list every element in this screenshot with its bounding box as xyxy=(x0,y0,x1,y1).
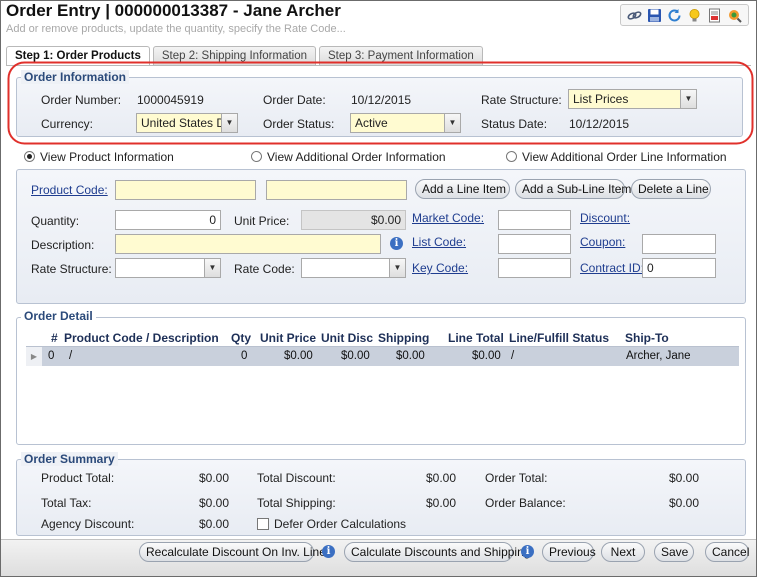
column-header-qty[interactable]: Qty xyxy=(231,331,251,345)
recalculate-discount-button[interactable]: Recalculate Discount On Inv. Lines xyxy=(139,542,332,562)
add-sub-line-item-button[interactable]: Add a Sub-Line Item xyxy=(515,179,631,199)
chevron-down-icon: ▼ xyxy=(389,259,405,277)
line-rate-structure-label: Rate Structure: xyxy=(31,262,112,276)
unit-price-label: Unit Price: xyxy=(234,214,290,228)
cell-ship-to: Archer, Jane xyxy=(626,350,691,362)
total-tax-label: Total Tax: xyxy=(41,496,92,510)
key-code-input[interactable] xyxy=(498,258,571,278)
chevron-down-icon: ▼ xyxy=(204,259,220,277)
list-code-input[interactable] xyxy=(498,234,571,254)
order-total-label: Order Total: xyxy=(485,471,548,485)
cell-shipping: $0.00 xyxy=(396,350,425,362)
radio-view-additional-order-line-information[interactable]: View Additional Order Line Information xyxy=(506,150,727,164)
highlight-outline xyxy=(7,61,754,145)
total-tax-value: $0.00 xyxy=(199,496,230,510)
total-discount-value: $0.00 xyxy=(426,471,457,485)
column-header-unit-disc[interactable]: Unit Disc xyxy=(321,331,373,345)
market-code-input[interactable] xyxy=(498,210,571,230)
order-balance-label: Order Balance: xyxy=(485,496,566,510)
row-selector-icon: ▶ xyxy=(26,347,42,366)
toolbar xyxy=(620,4,749,26)
report-icon[interactable] xyxy=(707,8,722,23)
market-code-link[interactable]: Market Code: xyxy=(412,211,484,225)
info-icon[interactable]: i xyxy=(322,545,335,558)
discount-link[interactable]: Discount: xyxy=(580,211,630,225)
product-code-link[interactable]: Product Code: xyxy=(31,183,108,197)
order-summary-legend: Order Summary xyxy=(21,452,118,466)
order-detail-legend: Order Detail xyxy=(21,309,96,323)
total-shipping-value: $0.00 xyxy=(426,496,457,510)
calculate-discounts-shipping-button[interactable]: Calculate Discounts and Shipping xyxy=(344,542,530,562)
column-header-status[interactable]: Line/Fulfill Status xyxy=(509,331,609,345)
list-code-link[interactable]: List Code: xyxy=(412,235,466,249)
radio-checked-icon xyxy=(24,151,35,162)
quantity-label: Quantity: xyxy=(31,214,80,228)
page-subtitle: Add or remove products, update the quant… xyxy=(6,23,346,35)
unit-price-input: $0.00 xyxy=(301,210,406,230)
column-header-ship-to[interactable]: Ship-To xyxy=(625,331,669,345)
radio-view-additional-order-information[interactable]: View Additional Order Information xyxy=(251,150,446,164)
page-title: Order Entry | 000000013387 - Jane Archer xyxy=(6,1,341,20)
radio-label: View Product Information xyxy=(40,150,174,164)
product-name-input[interactable] xyxy=(266,180,407,200)
coupon-input[interactable] xyxy=(642,234,716,254)
previous-button[interactable]: Previous xyxy=(542,542,596,562)
order-balance-value: $0.00 xyxy=(669,496,700,510)
cell-status: / xyxy=(511,350,515,362)
checkbox-icon xyxy=(257,518,269,530)
description-label: Description: xyxy=(31,238,95,252)
product-total-label: Product Total: xyxy=(41,471,115,485)
cell-line-total: $0.00 xyxy=(472,350,501,362)
search-icon[interactable] xyxy=(727,8,742,23)
rate-code-select[interactable]: ▼ xyxy=(301,258,406,278)
product-code-input[interactable] xyxy=(115,180,256,200)
add-line-item-button[interactable]: Add a Line Item xyxy=(415,179,510,199)
key-code-link[interactable]: Key Code: xyxy=(412,261,468,275)
total-discount-label: Total Discount: xyxy=(257,471,336,485)
cell-qty: 0 xyxy=(241,350,248,362)
cell-unit-disc: $0.00 xyxy=(341,350,370,362)
column-header-number[interactable]: # xyxy=(51,331,58,345)
agency-discount-value: $0.00 xyxy=(199,517,230,531)
defer-order-calculations-checkbox[interactable]: Defer Order Calculations xyxy=(257,517,406,531)
column-header-shipping[interactable]: Shipping xyxy=(378,331,429,345)
cell-product: / xyxy=(69,350,73,362)
coupon-link[interactable]: Coupon: xyxy=(580,235,625,249)
order-total-value: $0.00 xyxy=(669,471,700,485)
total-shipping-label: Total Shipping: xyxy=(257,496,336,510)
cell-unit-price: $0.00 xyxy=(284,350,313,362)
link-icon[interactable] xyxy=(627,8,642,23)
column-header-line-total[interactable]: Line Total xyxy=(448,331,504,345)
delete-line-button[interactable]: Delete a Line xyxy=(631,179,711,199)
radio-view-product-information[interactable]: View Product Information xyxy=(24,150,174,164)
radio-icon xyxy=(251,151,262,162)
info-icon[interactable]: i xyxy=(521,545,534,558)
radio-label: View Additional Order Information xyxy=(267,150,446,164)
next-button[interactable]: Next xyxy=(601,542,645,562)
quantity-input[interactable]: 0 xyxy=(115,210,221,230)
cell-number: 0 xyxy=(48,350,55,362)
product-total-value: $0.00 xyxy=(199,471,230,485)
cancel-button[interactable]: Cancel xyxy=(705,542,749,562)
defer-order-calculations-label: Defer Order Calculations xyxy=(274,517,407,531)
column-header-unit-price[interactable]: Unit Price xyxy=(260,331,316,345)
description-input[interactable] xyxy=(115,234,381,254)
refresh-icon[interactable] xyxy=(667,8,682,23)
radio-icon xyxy=(506,151,517,162)
save-icon[interactable] xyxy=(647,8,662,23)
table-row[interactable]: ▶ 0 / 0 $0.00 $0.00 $0.00 $0.00 / Archer… xyxy=(26,346,739,366)
radio-label: View Additional Order Line Information xyxy=(522,150,727,164)
save-button[interactable]: Save xyxy=(654,542,694,562)
info-icon[interactable]: i xyxy=(390,237,403,250)
column-header-product[interactable]: Product Code / Description xyxy=(64,331,219,345)
rate-code-label: Rate Code: xyxy=(234,262,295,276)
contract-id-link[interactable]: Contract ID: xyxy=(580,261,644,275)
lightbulb-icon[interactable] xyxy=(687,8,702,23)
agency-discount-label: Agency Discount: xyxy=(41,517,135,531)
contract-id-input[interactable]: 0 xyxy=(642,258,716,278)
line-rate-structure-select[interactable]: ▼ xyxy=(115,258,221,278)
